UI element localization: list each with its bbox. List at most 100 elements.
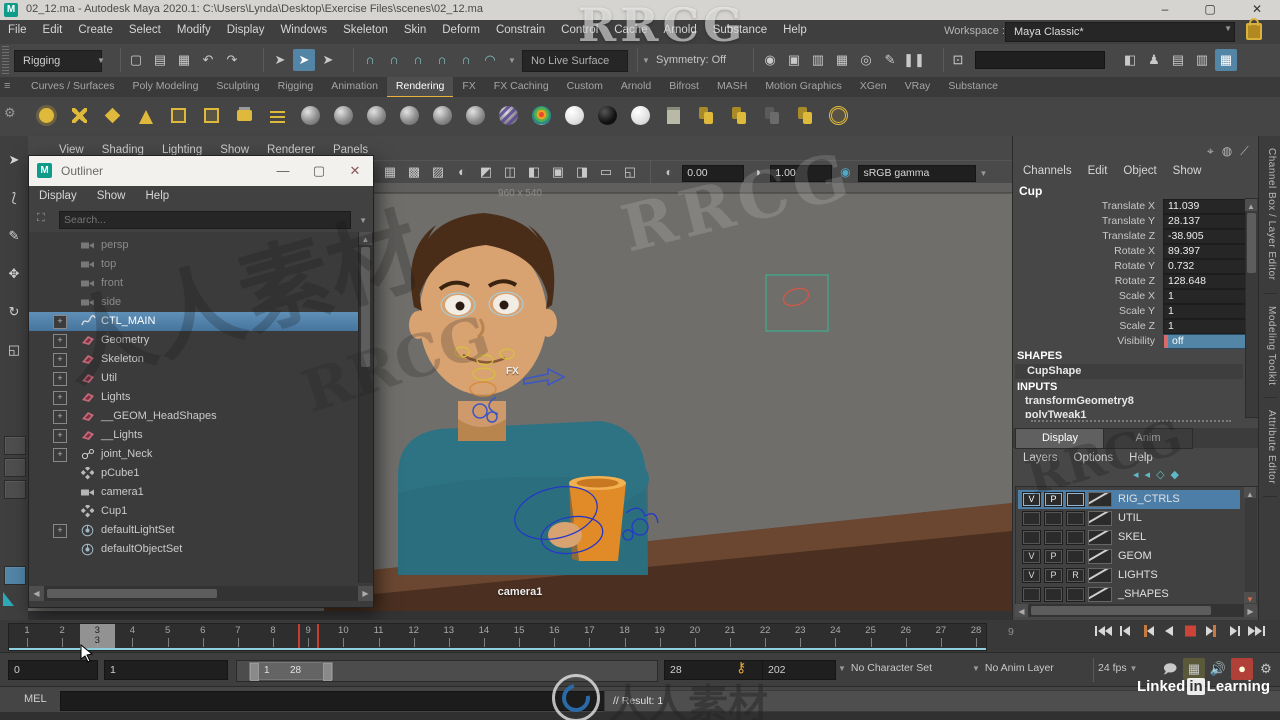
scroll-right-icon[interactable]: ▶ — [358, 586, 373, 601]
select-component-icon[interactable]: ➤ — [317, 49, 339, 71]
menu-cache[interactable]: Cache — [606, 20, 655, 40]
multisample-aa-icon[interactable]: ◩ — [475, 161, 497, 183]
shading-map-icon[interactable] — [528, 102, 555, 129]
attr-value[interactable]: 1 — [1163, 304, 1249, 319]
menu-help[interactable]: Help — [775, 20, 815, 40]
side-tab-channel-box-layer-editor[interactable]: Channel Box / Layer Editor — [1263, 136, 1277, 294]
outliner-item-lights[interactable]: + Lights — [29, 388, 359, 407]
set-key-icon[interactable]: ⚷ — [736, 659, 746, 676]
layer-display-type-toggle[interactable] — [1066, 492, 1085, 507]
maximize-icon[interactable]: ▢ — [1195, 2, 1225, 18]
outliner-menu-help[interactable]: Help — [136, 186, 180, 206]
channel-box-toggle-icon[interactable]: ▦ — [1215, 49, 1237, 71]
outliner-menu-display[interactable]: Display — [29, 186, 87, 206]
ipr-refresh-icon[interactable]: ◎ — [855, 49, 877, 71]
layout-persp-outliner-button[interactable] — [4, 480, 26, 499]
layer-color-swatch[interactable] — [1088, 568, 1112, 583]
shelf-tab-sculpting[interactable]: Sculpting — [207, 77, 268, 96]
shelf-tab-curves-surfaces[interactable]: Curves / Surfaces — [22, 77, 123, 96]
layer-color-swatch[interactable] — [1088, 492, 1112, 507]
layer-visibility-toggle[interactable]: V — [1022, 568, 1041, 583]
playback-end-field[interactable]: 28 — [664, 660, 766, 680]
shelf-tab-rigging[interactable]: Rigging — [269, 77, 323, 96]
select-object-icon[interactable]: ➤ — [293, 49, 315, 71]
scroll-up-icon[interactable]: ▲ — [1245, 199, 1257, 211]
move-layer-up-icon[interactable]: ◂ — [1133, 469, 1145, 481]
outliner-item-defaultlightset[interactable]: + defaultLightSet — [29, 521, 359, 540]
grip-handle[interactable] — [2, 46, 9, 74]
blinn-material-icon[interactable] — [330, 102, 357, 129]
outliner-item-lights[interactable]: + __Lights — [29, 426, 359, 445]
point-light-icon[interactable] — [33, 102, 60, 129]
layout-single-pane-button[interactable] — [4, 436, 26, 455]
animation-preferences-icon[interactable]: ⚙ — [1255, 658, 1277, 680]
snap-point-icon[interactable]: ∩ — [407, 49, 429, 71]
shelf-tab-motion-graphics[interactable]: Motion Graphics — [756, 77, 850, 96]
layer-playback-toggle[interactable] — [1044, 530, 1063, 545]
shelf-tab-poly-modeling[interactable]: Poly Modeling — [123, 77, 207, 96]
attribute-editor-toggle-icon[interactable]: ▤ — [1167, 49, 1189, 71]
attr-value[interactable]: 1 — [1163, 289, 1249, 304]
outliner-item-defaultobjectset[interactable]: defaultObjectSet — [29, 540, 359, 559]
gamma-field[interactable]: 1.00 — [770, 164, 833, 182]
outliner-item-joint-neck[interactable]: + joint_Neck — [29, 445, 359, 464]
undo-icon[interactable]: ↶ — [197, 49, 219, 71]
layered-shader-icon[interactable] — [462, 102, 489, 129]
shelf-tab-rendering[interactable]: Rendering — [386, 77, 454, 98]
auto-keyframe-icon[interactable]: ● — [1231, 658, 1253, 680]
scroll-left-icon[interactable]: ◀ — [29, 586, 44, 601]
outliner-hscrollbar[interactable]: ◀ ▶ — [29, 586, 373, 601]
channelbox-menu-channels[interactable]: Channels — [1015, 162, 1080, 180]
lighting-all-icon[interactable]: ▦ — [379, 161, 401, 183]
snap-projected-center-icon[interactable]: ∩ — [431, 49, 453, 71]
shape-name[interactable]: CupShape — [1027, 365, 1081, 377]
layer-color-swatch[interactable] — [1088, 511, 1112, 526]
render-target-icon[interactable] — [825, 102, 852, 129]
frame-number-28[interactable]: 28 — [961, 625, 991, 636]
layer-visibility-toggle[interactable]: V — [1022, 492, 1041, 507]
layer-color-swatch[interactable] — [1088, 549, 1112, 564]
outliner-item-skeleton[interactable]: + Skeleton — [29, 350, 359, 369]
scale-tool-icon[interactable]: ◱ — [4, 340, 24, 360]
close-icon[interactable]: ✕ — [341, 162, 369, 180]
new-scene-icon[interactable]: ▢ — [125, 49, 147, 71]
outliner-item-cup1[interactable]: Cup1 — [29, 502, 359, 521]
current-frame-field[interactable]: 9 — [1008, 626, 1014, 638]
spot-light-icon[interactable] — [132, 102, 159, 129]
outliner-item-ctl-main[interactable]: + CTL_MAIN — [29, 312, 359, 331]
ipr-render-icon[interactable]: ▥ — [807, 49, 829, 71]
exposure-field[interactable]: 0.00 — [682, 164, 745, 182]
menu-modify[interactable]: Modify — [169, 20, 219, 40]
layer-visibility-toggle[interactable] — [1022, 511, 1041, 526]
chevron-down-icon[interactable]: ▼ — [642, 56, 650, 65]
time-slider[interactable]: 1 2 3 4 5 6 7 8 9 10 11 12 13 14 15 16 17 18 19 20 21 22 23 24 2… — [8, 623, 987, 651]
shelf-tab-substance[interactable]: Substance — [939, 77, 1007, 96]
menuset-dropdown[interactable]: Rigging — [14, 50, 102, 72]
volume-light-icon[interactable] — [198, 102, 225, 129]
frame-number-16[interactable]: 16 — [539, 625, 569, 636]
sound-icon[interactable]: 🔊 — [1207, 658, 1229, 680]
outliner-item-side[interactable]: side — [29, 293, 359, 312]
light-editor-icon[interactable] — [231, 102, 258, 129]
snap-curve-icon[interactable]: ∩ — [383, 49, 405, 71]
quick-selection-field[interactable] — [975, 51, 1105, 69]
outliner-item-geom-headshapes[interactable]: + __GEOM_HeadShapes — [29, 407, 359, 426]
save-scene-icon[interactable]: ▦ — [173, 49, 195, 71]
range-handle-right[interactable] — [323, 663, 332, 681]
field-chart-icon[interactable]: ◨ — [571, 161, 593, 183]
black-hole-shader-icon[interactable] — [594, 102, 621, 129]
close-icon[interactable]: ✕ — [1242, 2, 1272, 18]
step-back-key-button[interactable] — [1136, 624, 1158, 640]
frame-number-24[interactable]: 24 — [820, 625, 850, 636]
modeling-toolkit-icon[interactable]: ◧ — [1119, 49, 1141, 71]
layer-playback-toggle[interactable]: P — [1044, 568, 1063, 583]
disabled-node-icon[interactable] — [759, 102, 786, 129]
gamma-icon[interactable]: ◑ — [747, 163, 767, 182]
expand-icon[interactable]: + — [53, 353, 67, 367]
filter-icon[interactable]: ⛶ — [37, 212, 45, 225]
layer-playback-toggle[interactable] — [1044, 587, 1063, 602]
fog-icon[interactable]: ◫ — [499, 161, 521, 183]
outliner-vscrollbar[interactable]: ▲ — [358, 232, 373, 583]
layer-visibility-toggle[interactable]: V — [1022, 549, 1041, 564]
key-frame-marker[interactable] — [297, 624, 319, 650]
